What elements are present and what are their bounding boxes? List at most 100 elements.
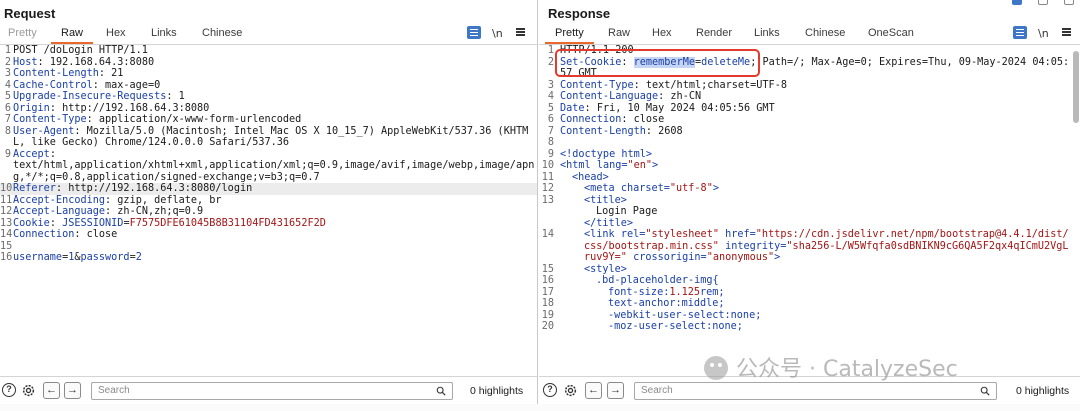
markup-token: <style> [584, 263, 627, 275]
header-name: Set-Cookie [560, 56, 622, 68]
help-icon[interactable]: ? [543, 383, 557, 397]
markup-token: <html [560, 160, 597, 171]
help-icon[interactable]: ? [2, 383, 16, 397]
bottom-strip [0, 404, 1080, 411]
response-wrap-toggle[interactable]: \n [1038, 27, 1049, 40]
response-scrollbar[interactable] [1072, 47, 1080, 374]
header-colon: : [105, 206, 118, 217]
response-line-code: text-anchor:middle; [556, 298, 1070, 310]
request-tab-pretty[interactable]: Pretty [6, 27, 39, 39]
header-value: text/html,application/xhtml+xml,applicat… [13, 160, 535, 183]
response-tab-chinese[interactable]: Chinese [803, 27, 847, 39]
back-button[interactable]: ← [43, 382, 60, 399]
response-search-input[interactable] [641, 385, 941, 396]
markup-token: integrity [725, 240, 781, 252]
status-line: HTTP/1.1 200 [560, 45, 634, 56]
response-line-code: .bd-placeholder-img{ [556, 275, 1070, 287]
response-line: 1 HTTP/1.1 200 [539, 45, 1070, 57]
response-menu-icon[interactable] [1062, 28, 1071, 36]
line-number: 2 [4, 56, 11, 68]
request-tab-hex[interactable]: Hex [104, 27, 128, 39]
request-highlight-count: 0 highlights [470, 385, 524, 397]
header-value: application/x-www-form-urlencoded [98, 114, 302, 125]
response-search[interactable] [634, 382, 997, 400]
line-number: 20 [541, 321, 554, 332]
markup-token: text-anchor:middle; [608, 298, 725, 309]
markup-token: rel [620, 229, 640, 240]
response-line: 19 -webkit-user-select:none; [539, 310, 1070, 322]
line-number: 10 [0, 183, 13, 194]
header-name: Origin [13, 102, 50, 114]
request-tab-chinese[interactable]: Chinese [200, 27, 244, 39]
line-number: 14 [541, 229, 554, 240]
gear-icon[interactable] [21, 383, 36, 398]
layout-horizontal-icon[interactable] [1038, 0, 1048, 5]
request-line: 7 Content-Type: application/x-www-form-ur… [0, 114, 537, 126]
response-tab-links[interactable]: Links [752, 27, 782, 39]
back-button[interactable]: ← [585, 382, 602, 399]
response-tab-raw[interactable]: Raw [606, 27, 632, 39]
response-line: 5 Date: Fri, 10 May 2024 04:05:56 GMT [539, 103, 1070, 115]
header-value: text/html;charset=UTF-8 [645, 79, 787, 91]
request-line-code [13, 241, 537, 253]
layout-vertical-icon[interactable] [1064, 0, 1074, 5]
response-tab-pretty[interactable]: Pretty [545, 27, 594, 44]
scrollbar-thumb[interactable] [1073, 51, 1079, 123]
response-editor[interactable]: 1 HTTP/1.1 200 2 Set-Cookie: rememberMe=del… [539, 45, 1070, 376]
forward-button[interactable]: → [607, 382, 624, 399]
header-colon: : [55, 183, 69, 194]
search-icon[interactable] [980, 386, 990, 396]
forward-button[interactable]: → [64, 382, 81, 399]
request-editor[interactable]: 1 POST /doLogin HTTP/1.1 2 Host: 192.168.64… [0, 45, 537, 376]
markup-token: lang [596, 160, 622, 171]
request-tab-raw[interactable]: Raw [50, 27, 94, 44]
markup-token: .bd-placeholder-img{ [596, 275, 719, 286]
response-line-code: </title> [556, 218, 1070, 230]
request-line-code: Connection: close [13, 229, 537, 241]
header-colon: : [49, 217, 63, 229]
header-colon: : [645, 125, 659, 137]
line-number: 11 [541, 171, 554, 183]
request-title: Request [4, 6, 56, 21]
request-menu-icon[interactable] [516, 28, 525, 36]
header-value: zh-CN,zh;q=0.9 [117, 206, 204, 217]
header-colon: : [621, 114, 634, 125]
request-line: 1 POST /doLogin HTTP/1.1 [0, 45, 537, 57]
cookie-name-selected: rememberMe [633, 56, 695, 68]
header-colon: : [105, 194, 118, 206]
response-tab-render[interactable]: Render [694, 27, 734, 39]
request-tab-links[interactable]: Links [149, 27, 179, 39]
line-number: 1 [4, 45, 11, 56]
response-line-code: -webkit-user-select:none; [556, 310, 1070, 322]
header-name: Content-Language [560, 91, 659, 102]
response-format-icon[interactable] [1013, 26, 1027, 39]
response-line: 10 <html lang="en"> [539, 160, 1070, 172]
request-search-input[interactable] [98, 385, 398, 396]
request-line-code: Origin: http://192.168.64.3:8080 [13, 103, 537, 115]
request-line: 10 Referer: http://192.168.64.3:8080/logi… [0, 183, 537, 195]
request-search[interactable] [91, 382, 453, 400]
response-title: Response [548, 6, 611, 21]
search-icon[interactable] [436, 386, 446, 396]
response-tab-onescan[interactable]: OneScan [866, 27, 916, 39]
request-wrap-toggle[interactable]: \n [492, 27, 503, 40]
response-pane: Response Pretty Raw Hex Render Links Chi… [539, 0, 1080, 404]
header-value: 21 [111, 68, 124, 79]
header-colon: : [633, 79, 646, 91]
line-number: 13 [0, 217, 13, 229]
cookie-value: F7575DFE61045B8B31104FD431652F2D [129, 217, 326, 229]
line-number: 5 [4, 91, 11, 102]
markup-token: > [652, 160, 659, 171]
header-value: 192.168.64.3:8080 [49, 56, 155, 68]
response-line-code: Connection: close [556, 114, 1070, 126]
request-format-icon[interactable] [467, 26, 481, 39]
header-colon: : [584, 102, 597, 114]
header-value: http://192.168.64.3:8080 [62, 102, 210, 114]
response-tab-hex[interactable]: Hex [650, 27, 674, 39]
header-value: max-age=0 [105, 79, 161, 91]
layout-split-icon[interactable] [1012, 0, 1022, 5]
gear-icon[interactable] [563, 383, 578, 398]
header-colon: : [98, 68, 112, 79]
cookie-value: deleteMe [701, 56, 751, 68]
cookie-name: JSESSIONID [62, 217, 124, 229]
